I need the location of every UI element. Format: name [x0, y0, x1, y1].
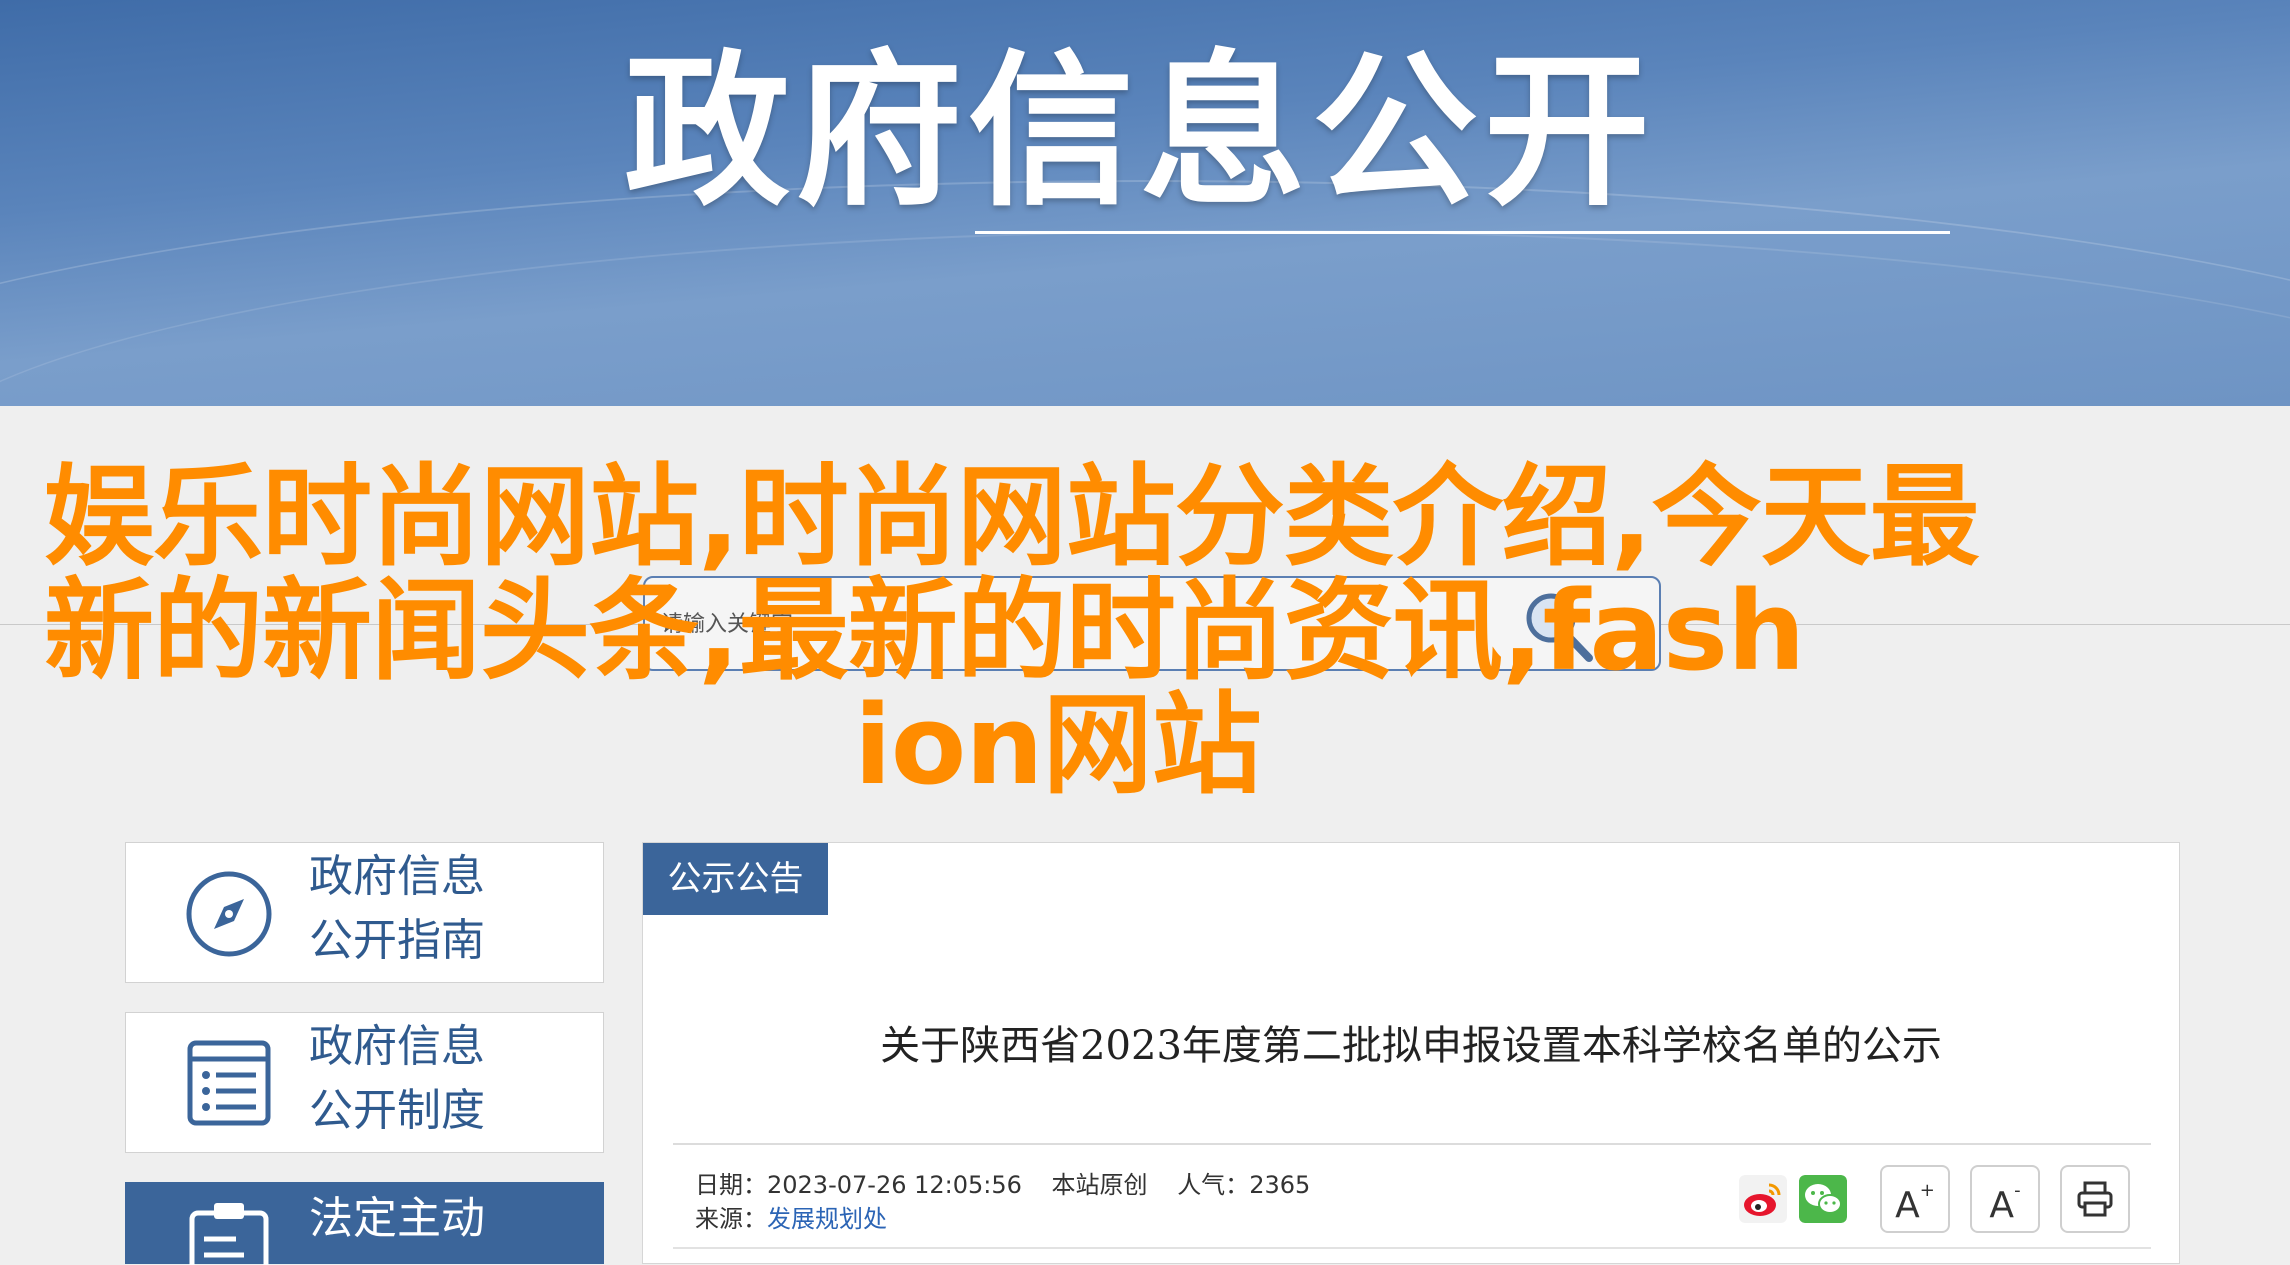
date-field: 日期：2023-07-26 12:05:56 [695, 1171, 1022, 1199]
sidebar-item-disclosure-guide[interactable]: 政府信息 公开指南 [125, 842, 604, 983]
title-underline [975, 231, 1950, 234]
date-label: 日期： [695, 1171, 767, 1199]
sidebar-item-label: 政府信息 [309, 1021, 485, 1072]
overlay-headline: 娱乐时尚网站,时尚网站分类介绍,今天最 新的新闻头条,最新的时尚资讯,fash … [44, 460, 2124, 802]
article-source: 来源：发展规划处 [695, 1199, 887, 1234]
clipboard-icon [189, 1203, 269, 1265]
article-title: 关于陕西省2023年度第二批拟申报设置本科学校名单的公示 [880, 1023, 1942, 1069]
compass-icon [186, 871, 272, 957]
source-label: 来源： [695, 1205, 767, 1233]
sidebar-item-label: 政府信息 [309, 851, 485, 902]
sidebar-item-disclosure-system[interactable]: 政府信息 公开制度 [125, 1012, 604, 1153]
article-meta: 日期：2023-07-26 12:05:56 本站原创 人气：2365 [695, 1165, 1332, 1200]
sidebar-item-label: 法定主动 [309, 1193, 485, 1244]
views-count: 2365 [1249, 1171, 1311, 1199]
main-content-panel: 公示公告 关于陕西省2023年度第二批拟申报设置本科学校名单的公示 日期：202… [642, 842, 2180, 1264]
document-list-icon [187, 1040, 271, 1126]
font-increase-button[interactable]: A+ [1880, 1165, 1950, 1233]
tab-public-notice[interactable]: 公示公告 [643, 843, 828, 915]
sidebar-item-statutory-active[interactable]: 法定主动 [125, 1182, 604, 1265]
headline-line: ion网站 [854, 681, 1262, 809]
font-decrease-label: A [1989, 1185, 2015, 1226]
sidebar-item-label: 公开指南 [309, 915, 485, 966]
divider [673, 1247, 2151, 1249]
wechat-share-icon[interactable] [1799, 1175, 1847, 1223]
font-increase-label: A [1895, 1185, 1920, 1226]
headline-line: 新的新闻头条,最新的时尚资讯,fash [44, 567, 1805, 695]
print-button[interactable] [2060, 1165, 2130, 1233]
date-value: 2023-07-26 12:05:56 [767, 1171, 1022, 1199]
weibo-share-icon[interactable] [1739, 1175, 1787, 1223]
headline-line: 娱乐时尚网站,时尚网站分类介绍,今天最 [44, 453, 1980, 581]
header-banner: 政府信息公开 [0, 0, 2290, 406]
source-link[interactable]: 发展规划处 [767, 1205, 887, 1233]
views-field: 人气：2365 [1177, 1171, 1310, 1199]
font-decrease-button[interactable]: A- [1970, 1165, 2040, 1233]
site-title: 政府信息公开 [624, 36, 1656, 229]
font-decrease-sup: - [2014, 1180, 2021, 1201]
printer-icon [2077, 1181, 2113, 1217]
sidebar-item-label: 公开制度 [309, 1085, 485, 1136]
divider [673, 1143, 2151, 1145]
font-increase-sup: + [1919, 1180, 1935, 1201]
views-label: 人气： [1177, 1171, 1250, 1199]
origin-badge: 本站原创 [1051, 1171, 1148, 1199]
